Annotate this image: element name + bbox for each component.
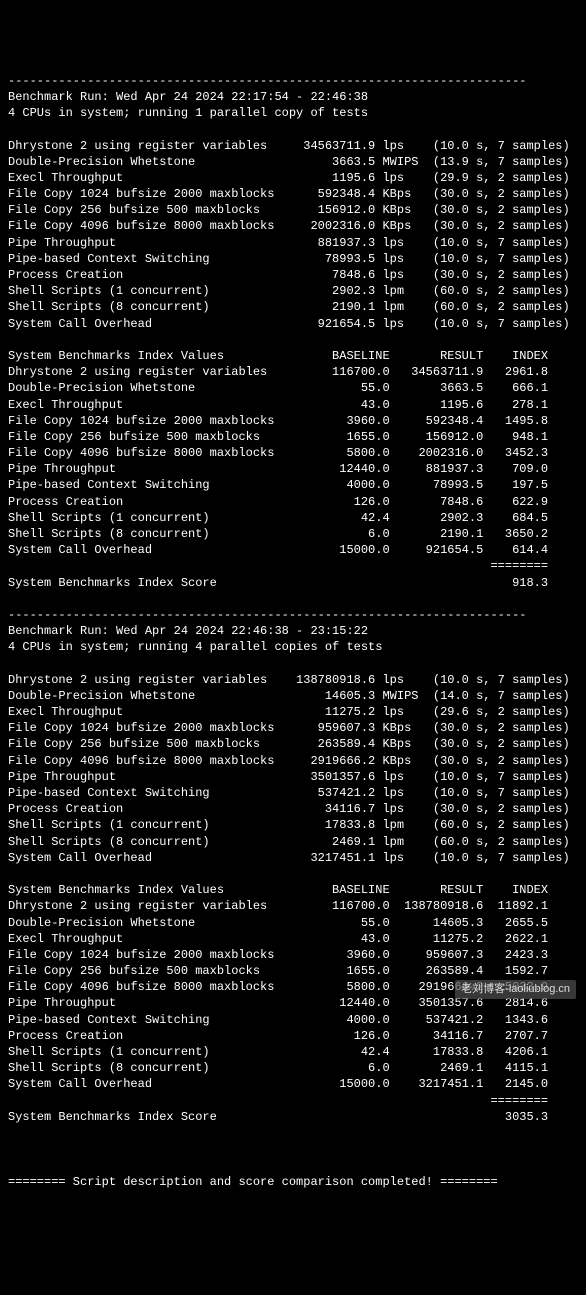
terminal-line: ----------------------------------------… — [8, 607, 578, 623]
terminal-line: Double-Precision Whetstone 3663.5 MWIPS … — [8, 154, 578, 170]
terminal-line: Shell Scripts (1 concurrent) 17833.8 lpm… — [8, 817, 578, 833]
terminal-line: Double-Precision Whetstone 55.0 3663.5 6… — [8, 380, 578, 396]
terminal-line: Process Creation 126.0 34116.7 2707.7 — [8, 1028, 578, 1044]
terminal-line: File Copy 256 bufsize 500 maxblocks 1655… — [8, 429, 578, 445]
terminal-line — [8, 866, 578, 882]
terminal-line: Shell Scripts (8 concurrent) 6.0 2190.1 … — [8, 526, 578, 542]
terminal-line: Pipe-based Context Switching 537421.2 lp… — [8, 785, 578, 801]
terminal-line: File Copy 1024 bufsize 2000 maxblocks 39… — [8, 947, 578, 963]
terminal-line: File Copy 256 bufsize 500 maxblocks 1569… — [8, 202, 578, 218]
terminal-line: Pipe-based Context Switching 4000.0 5374… — [8, 1012, 578, 1028]
terminal-line: ----------------------------------------… — [8, 73, 578, 89]
terminal-line: Pipe Throughput 881937.3 lps (10.0 s, 7 … — [8, 235, 578, 251]
terminal-line: Execl Throughput 1195.6 lps (29.9 s, 2 s… — [8, 170, 578, 186]
terminal-line: File Copy 4096 bufsize 8000 maxblocks 29… — [8, 753, 578, 769]
terminal-line: Dhrystone 2 using register variables 345… — [8, 138, 578, 154]
terminal-line: Shell Scripts (8 concurrent) 6.0 2469.1 … — [8, 1060, 578, 1076]
terminal-line: ======== Script description and score co… — [8, 1174, 578, 1190]
terminal-line — [8, 332, 578, 348]
terminal-line — [8, 1141, 578, 1157]
terminal-line: Execl Throughput 11275.2 lps (29.6 s, 2 … — [8, 704, 578, 720]
terminal-line: Shell Scripts (8 concurrent) 2190.1 lpm … — [8, 299, 578, 315]
terminal-line: Dhrystone 2 using register variables 138… — [8, 672, 578, 688]
terminal-line: System Call Overhead 15000.0 3217451.1 2… — [8, 1076, 578, 1092]
terminal-line: File Copy 4096 bufsize 8000 maxblocks 58… — [8, 445, 578, 461]
terminal-line: Dhrystone 2 using register variables 116… — [8, 364, 578, 380]
terminal-line: Execl Throughput 43.0 11275.2 2622.1 — [8, 931, 578, 947]
terminal-line — [8, 121, 578, 137]
terminal-line: Process Creation 7848.6 lps (30.0 s, 2 s… — [8, 267, 578, 283]
terminal-line: ======== — [8, 1093, 578, 1109]
terminal-line: File Copy 256 bufsize 500 maxblocks 2635… — [8, 736, 578, 752]
terminal-line: File Copy 256 bufsize 500 maxblocks 1655… — [8, 963, 578, 979]
terminal-line: Double-Precision Whetstone 55.0 14605.3 … — [8, 915, 578, 931]
terminal-line: Pipe Throughput 12440.0 881937.3 709.0 — [8, 461, 578, 477]
terminal-line: System Benchmarks Index Score 918.3 — [8, 575, 578, 591]
terminal-line: Dhrystone 2 using register variables 116… — [8, 898, 578, 914]
terminal-line: System Benchmarks Index Values BASELINE … — [8, 348, 578, 364]
terminal-line: File Copy 4096 bufsize 8000 maxblocks 20… — [8, 218, 578, 234]
terminal-line: Process Creation 34116.7 lps (30.0 s, 2 … — [8, 801, 578, 817]
terminal-line — [8, 1125, 578, 1141]
terminal-line: Process Creation 126.0 7848.6 622.9 — [8, 494, 578, 510]
terminal-line: 4 CPUs in system; running 1 parallel cop… — [8, 105, 578, 121]
terminal-line: Benchmark Run: Wed Apr 24 2024 22:17:54 … — [8, 89, 578, 105]
terminal-line: System Call Overhead 15000.0 921654.5 61… — [8, 542, 578, 558]
terminal-line — [8, 591, 578, 607]
terminal-line — [8, 1157, 578, 1173]
terminal-line: Execl Throughput 43.0 1195.6 278.1 — [8, 397, 578, 413]
terminal-line: File Copy 1024 bufsize 2000 maxblocks 95… — [8, 720, 578, 736]
terminal-line: Shell Scripts (1 concurrent) 2902.3 lpm … — [8, 283, 578, 299]
terminal-line: ======== — [8, 558, 578, 574]
terminal-line: Double-Precision Whetstone 14605.3 MWIPS… — [8, 688, 578, 704]
terminal-line: System Benchmarks Index Score 3035.3 — [8, 1109, 578, 1125]
terminal-line: System Call Overhead 921654.5 lps (10.0 … — [8, 316, 578, 332]
terminal-line — [8, 656, 578, 672]
terminal-line: Shell Scripts (1 concurrent) 42.4 17833.… — [8, 1044, 578, 1060]
watermark: 老刘博客-laoliublog.cn — [455, 980, 576, 999]
terminal-line: 4 CPUs in system; running 4 parallel cop… — [8, 639, 578, 655]
terminal-line: Benchmark Run: Wed Apr 24 2024 22:46:38 … — [8, 623, 578, 639]
terminal-line: System Benchmarks Index Values BASELINE … — [8, 882, 578, 898]
terminal-line: File Copy 1024 bufsize 2000 maxblocks 39… — [8, 413, 578, 429]
terminal-line: Pipe Throughput 3501357.6 lps (10.0 s, 7… — [8, 769, 578, 785]
terminal-line: Shell Scripts (8 concurrent) 2469.1 lpm … — [8, 834, 578, 850]
terminal-line: Pipe-based Context Switching 4000.0 7899… — [8, 477, 578, 493]
terminal-line: Shell Scripts (1 concurrent) 42.4 2902.3… — [8, 510, 578, 526]
terminal-line: Pipe-based Context Switching 78993.5 lps… — [8, 251, 578, 267]
terminal-line: File Copy 1024 bufsize 2000 maxblocks 59… — [8, 186, 578, 202]
terminal-line: System Call Overhead 3217451.1 lps (10.0… — [8, 850, 578, 866]
terminal-output: ----------------------------------------… — [8, 73, 578, 1190]
